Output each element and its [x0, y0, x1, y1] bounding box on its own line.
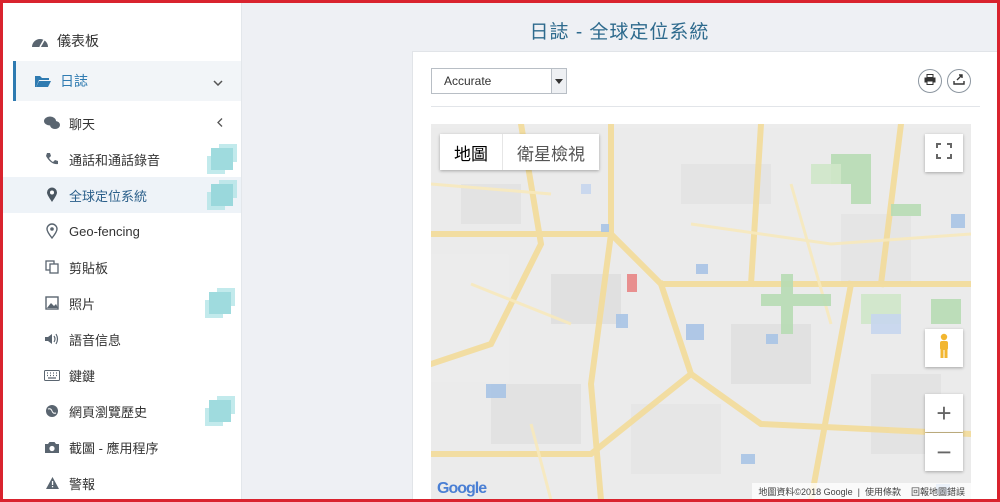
sidebar-item-dashboard[interactable]: 儀表板: [3, 21, 241, 61]
clipboard-icon: [43, 258, 61, 276]
sidebar-item-label: 鍵鍵: [69, 368, 96, 384]
accuracy-select-value: Accurate: [444, 74, 492, 88]
map-tiles: [431, 124, 971, 500]
dropdown-arrow-icon: [551, 69, 566, 93]
dashboard-icon: [31, 32, 49, 50]
attribution-terms-link[interactable]: 使用條款: [865, 487, 901, 497]
sidebar-item-screenshots[interactable]: 截圖 - 應用程序: [3, 429, 241, 465]
map-type-control: 地圖 衛星檢視: [440, 134, 599, 170]
sidebar-item-label: Geo-fencing: [69, 223, 140, 239]
main-content: 日誌 - 全球定位系統 Accurate 地圖 衛星檢視 + − Google …: [242, 3, 999, 501]
street-view-pegman[interactable]: [925, 329, 963, 367]
speaker-icon: [43, 330, 61, 348]
export-button[interactable]: [947, 69, 971, 93]
redacted-badge: [209, 292, 231, 314]
zoom-in-button[interactable]: +: [925, 394, 963, 432]
redacted-badge: [211, 184, 233, 206]
sidebar-item-photos[interactable]: 照片: [3, 285, 241, 321]
page-title: 日誌 - 全球定位系統: [529, 22, 710, 43]
map-type-map-button[interactable]: 地圖: [440, 134, 502, 170]
attribution-report-link[interactable]: 回報地圖錯誤: [911, 487, 965, 497]
sidebar-item-label: 全球定位系統: [69, 188, 148, 204]
sidebar-item-calls[interactable]: 通話和通話錄音: [3, 141, 241, 177]
fullscreen-icon: [936, 142, 952, 164]
sidebar-item-chat[interactable]: 聊天: [3, 105, 241, 141]
accuracy-select[interactable]: Accurate: [431, 68, 567, 94]
chat-icon: [43, 114, 61, 132]
folder-open-icon: [34, 72, 52, 90]
chevron-down-icon: [213, 73, 223, 89]
sidebar-item-logs[interactable]: 日誌: [13, 61, 241, 101]
zoom-out-button[interactable]: −: [925, 433, 963, 471]
sidebar-item-gps[interactable]: 全球定位系統: [3, 177, 241, 213]
warning-icon: [43, 474, 61, 492]
google-logo: Google: [437, 480, 487, 497]
print-button[interactable]: [918, 69, 942, 93]
phone-icon: [43, 150, 61, 168]
map-type-satellite-button[interactable]: 衛星檢視: [502, 134, 599, 170]
fullscreen-button[interactable]: [925, 134, 963, 172]
sidebar-item-label: 剪貼板: [69, 260, 109, 276]
sidebar-item-label: 語音信息: [69, 332, 122, 348]
sidebar-item-alerts[interactable]: 警報: [3, 465, 241, 499]
sidebar-item-voice[interactable]: 語音信息: [3, 321, 241, 357]
keyboard-icon: [43, 366, 61, 384]
map-view[interactable]: 地圖 衛星檢視 + − Google 地圖資料©2018 Google | 使用…: [431, 124, 971, 500]
zoom-out-label: −: [936, 436, 952, 467]
sidebar-item-label: 警報: [69, 476, 96, 492]
export-icon: [953, 72, 965, 90]
location-pin-icon: [43, 186, 61, 204]
attribution-data: 地圖資料©2018 Google: [758, 487, 853, 497]
sidebar-item-label: 通話和通話錄音: [69, 152, 161, 168]
sidebar-item-browser-history[interactable]: 網頁瀏覽歷史: [3, 393, 241, 429]
divider: [431, 106, 980, 107]
sidebar-item-label: 聊天: [69, 116, 96, 132]
sidebar-item-label: 照片: [69, 296, 96, 312]
sidebar-item-label: 日誌: [60, 73, 88, 89]
print-icon: [924, 72, 936, 90]
globe-icon: [43, 402, 61, 420]
chevron-left-icon: [217, 116, 223, 131]
sidebar-item-keylogger[interactable]: 鍵鍵: [3, 357, 241, 393]
redacted-badge: [209, 400, 231, 422]
geo-fence-icon: [43, 222, 61, 240]
zoom-in-label: +: [936, 397, 952, 428]
gps-panel: Accurate 地圖 衛星檢視 + − Google 地圖資料©2018 Go…: [412, 51, 999, 501]
sidebar-item-clipboard[interactable]: 剪貼板: [3, 249, 241, 285]
redacted-badge: [211, 148, 233, 170]
sidebar: 儀表板 日誌 聊天 通話和通話錄音 全球定位系統 Geo-fencing 剪貼板…: [3, 3, 242, 499]
photo-icon: [43, 294, 61, 312]
sidebar-item-label: 截圖 - 應用程序: [69, 440, 159, 456]
map-attribution: 地圖資料©2018 Google | 使用條款 回報地圖錯誤: [752, 483, 971, 500]
sidebar-item-label: 網頁瀏覽歷史: [69, 404, 148, 420]
camera-icon: [43, 438, 61, 456]
sidebar-item-label: 儀表板: [57, 33, 99, 49]
sidebar-item-geofencing[interactable]: Geo-fencing: [3, 213, 241, 249]
pegman-icon: [937, 333, 951, 364]
